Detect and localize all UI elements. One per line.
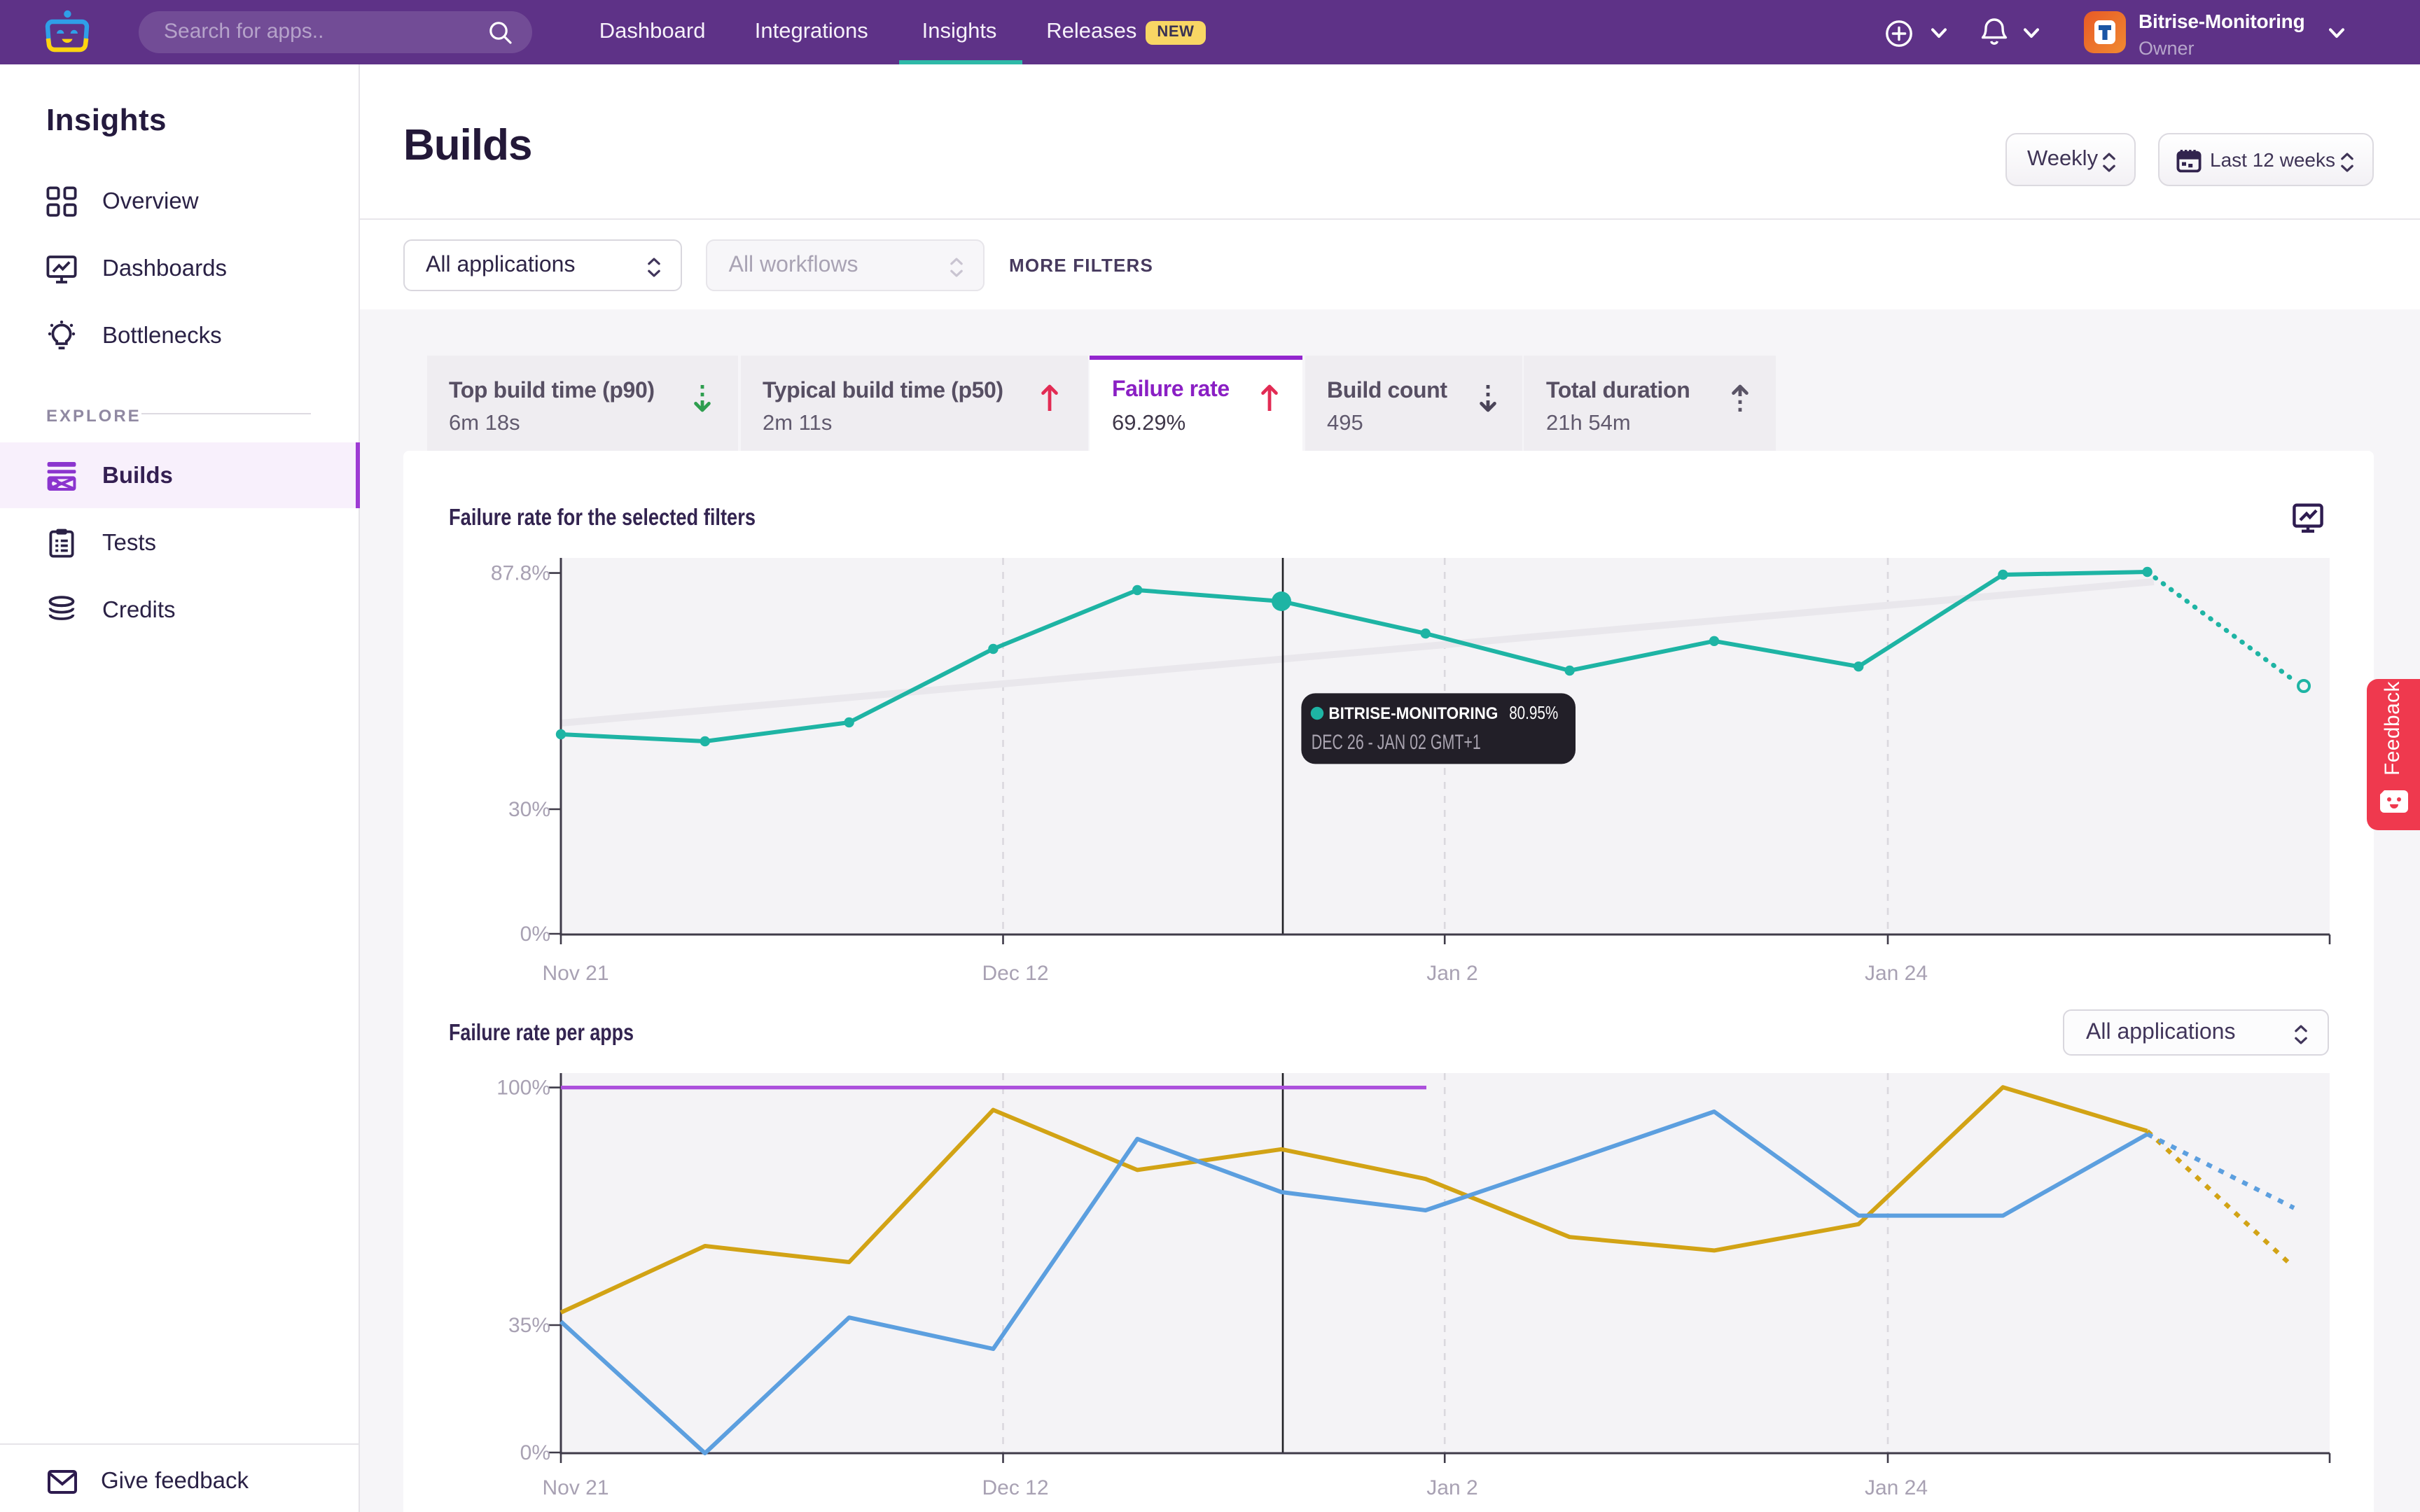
svg-text:Nov 21: Nov 21 [542, 961, 609, 984]
svg-text:BITRISE-MONITORING: BITRISE-MONITORING [1328, 704, 1498, 722]
svg-text:DEC 26 - JAN 02 GMT+1: DEC 26 - JAN 02 GMT+1 [1312, 730, 1481, 753]
svg-text:35%: 35% [508, 1313, 550, 1336]
svg-text:Failure rate per apps: Failure rate per apps [449, 1018, 634, 1044]
svg-text:30%: 30% [508, 797, 550, 820]
svg-text:Nov 21: Nov 21 [542, 1476, 609, 1499]
svg-text:Jan 24: Jan 24 [1865, 961, 1928, 984]
svg-text:Dec 12: Dec 12 [982, 961, 1048, 984]
svg-text:Dec 12: Dec 12 [982, 1476, 1048, 1499]
svg-text:100%: 100% [496, 1076, 550, 1099]
svg-text:Failure rate for the selected: Failure rate for the selected filters [449, 503, 756, 529]
svg-text:87.8%: 87.8% [491, 561, 550, 584]
svg-text:0%: 0% [520, 1441, 550, 1464]
svg-text:Jan 24: Jan 24 [1865, 1476, 1928, 1499]
svg-text:80.95%: 80.95% [1509, 701, 1558, 722]
svg-text:Jan 2: Jan 2 [1426, 961, 1477, 984]
svg-text:Jan 2: Jan 2 [1426, 1476, 1477, 1499]
svg-text:0%: 0% [520, 922, 550, 945]
